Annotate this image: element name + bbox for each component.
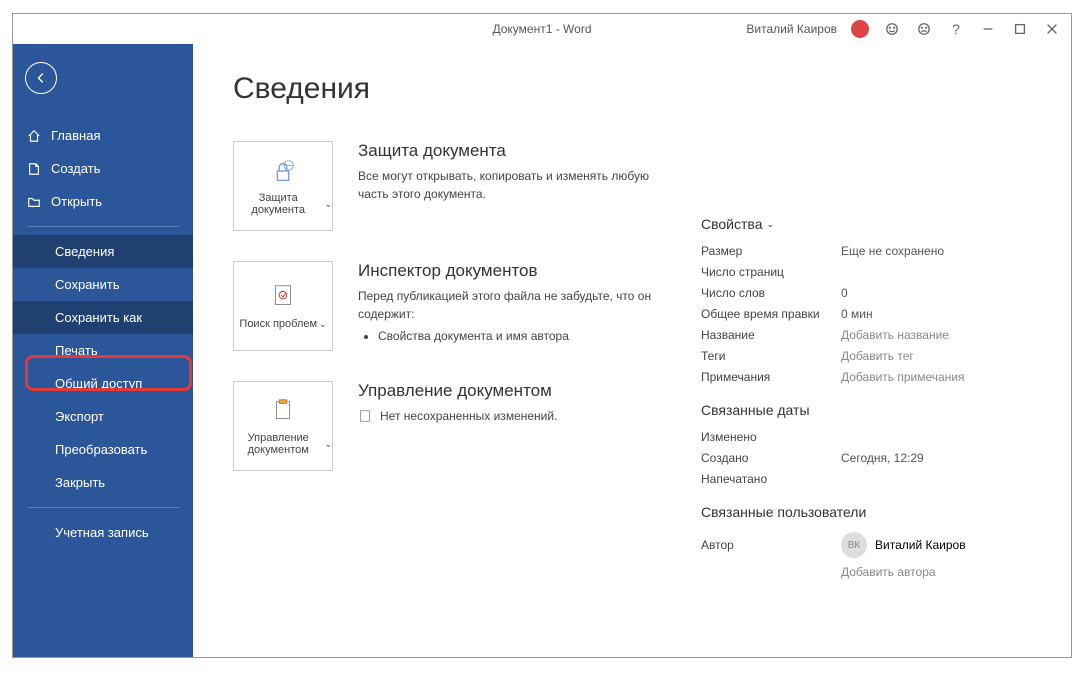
chevron-down-icon: ⌄ <box>324 199 332 210</box>
author-row[interactable]: ВК Виталий Каиров <box>841 532 966 558</box>
prop-words-label: Число слов <box>701 286 841 300</box>
prop-edit-time-value: 0 мин <box>841 307 873 321</box>
nav-save-label: Сохранить <box>55 277 120 292</box>
prop-size-label: Размер <box>701 244 841 258</box>
prop-created-label: Создано <box>701 451 841 465</box>
people-heading: Связанные пользователи <box>701 504 1021 520</box>
nav-export-label: Экспорт <box>55 409 104 424</box>
nav-open[interactable]: Открыть <box>13 185 193 218</box>
user-name: Виталий Каиров <box>746 22 837 36</box>
nav-info[interactable]: Сведения <box>13 235 193 268</box>
prop-tags-value[interactable]: Добавить тег <box>841 349 914 363</box>
prop-printed-label: Напечатано <box>701 472 841 486</box>
chevron-down-icon: ⌄ <box>324 439 332 450</box>
prop-created-value: Сегодня, 12:29 <box>841 451 924 465</box>
minimize-icon[interactable] <box>979 20 997 38</box>
chevron-down-icon: ⌄ <box>766 219 774 230</box>
prop-author-label: Автор <box>701 538 841 552</box>
prop-title-value[interactable]: Добавить название <box>841 328 949 342</box>
nav-transform-label: Преобразовать <box>55 442 147 457</box>
nav-close-label: Закрыть <box>55 475 105 490</box>
protect-heading: Защита документа <box>358 141 1031 161</box>
nav-print-label: Печать <box>55 343 98 358</box>
maximize-icon[interactable] <box>1011 20 1029 38</box>
main-area: Главная Создать Открыть Сведения Сохрани… <box>13 44 1071 657</box>
feedback-sad-icon[interactable] <box>915 20 933 38</box>
nav-export[interactable]: Экспорт <box>13 400 193 433</box>
document-title: Документ1 - Word <box>492 22 591 36</box>
prop-comments-value[interactable]: Добавить примечания <box>841 370 965 384</box>
help-icon[interactable]: ? <box>947 20 965 38</box>
check-issues-button[interactable]: Поиск проблем ⌄ <box>233 261 333 351</box>
nav-separator <box>27 507 179 508</box>
nav-new[interactable]: Создать <box>13 152 193 185</box>
prop-title-label: Название <box>701 328 841 342</box>
nav-save-as[interactable]: Сохранить как <box>13 301 193 334</box>
manage-document-button[interactable]: Управление документом ⌄ <box>233 381 333 471</box>
protect-desc: Все могут открывать, копировать и изменя… <box>358 167 668 203</box>
manage-button-label: Управление документом <box>234 432 322 456</box>
prop-tags-label: Теги <box>701 349 841 363</box>
close-icon[interactable] <box>1043 20 1061 38</box>
protect-document-button[interactable]: Защита документа ⌄ <box>233 141 333 231</box>
manage-item-text: Нет несохраненных изменений. <box>380 409 557 423</box>
inspect-desc: Перед публикацией этого файла не забудьт… <box>358 287 668 323</box>
nav-print[interactable]: Печать <box>13 334 193 367</box>
chevron-down-icon: ⌄ <box>319 319 327 330</box>
feedback-happy-icon[interactable] <box>883 20 901 38</box>
nav-home[interactable]: Главная <box>13 119 193 152</box>
nav-home-label: Главная <box>51 128 100 143</box>
user-avatar[interactable] <box>851 20 869 38</box>
nav-save-as-label: Сохранить как <box>55 310 142 325</box>
dates-heading: Связанные даты <box>701 402 1021 418</box>
nav-account-label: Учетная запись <box>55 525 149 540</box>
protect-button-label: Защита документа <box>234 192 322 216</box>
back-button[interactable] <box>25 62 57 94</box>
prop-edit-time-label: Общее время правки <box>701 307 841 321</box>
app-window: Документ1 - Word Виталий Каиров ? Главна… <box>12 13 1072 658</box>
author-avatar: ВК <box>841 532 867 558</box>
nav-transform[interactable]: Преобразовать <box>13 433 193 466</box>
nav-new-label: Создать <box>51 161 100 176</box>
nav-share[interactable]: Общий доступ <box>13 367 193 400</box>
prop-modified-label: Изменено <box>701 430 841 444</box>
document-icon <box>358 409 372 423</box>
nav-open-label: Открыть <box>51 194 102 209</box>
page-title: Сведения <box>233 72 1031 106</box>
properties-panel: Свойства ⌄ РазмерЕще не сохранено Число … <box>701 216 1021 586</box>
prop-words-value: 0 <box>841 286 848 300</box>
check-issues-label: Поиск проблем <box>239 318 317 330</box>
nav-separator <box>27 226 179 227</box>
prop-pages-label: Число страниц <box>701 265 841 279</box>
nav-info-label: Сведения <box>55 244 114 259</box>
backstage-sidebar: Главная Создать Открыть Сведения Сохрани… <box>13 44 193 657</box>
nav-share-label: Общий доступ <box>55 376 142 391</box>
prop-comments-label: Примечания <box>701 370 841 384</box>
nav-close[interactable]: Закрыть <box>13 466 193 499</box>
prop-size-value: Еще не сохранено <box>841 244 944 258</box>
nav-account[interactable]: Учетная запись <box>13 516 193 549</box>
titlebar-right: Виталий Каиров ? <box>746 14 1061 44</box>
nav-save[interactable]: Сохранить <box>13 268 193 301</box>
add-author-link[interactable]: Добавить автора <box>841 565 936 579</box>
properties-heading[interactable]: Свойства ⌄ <box>701 216 1021 232</box>
titlebar: Документ1 - Word Виталий Каиров ? <box>13 14 1071 44</box>
author-name: Виталий Каиров <box>875 538 966 552</box>
